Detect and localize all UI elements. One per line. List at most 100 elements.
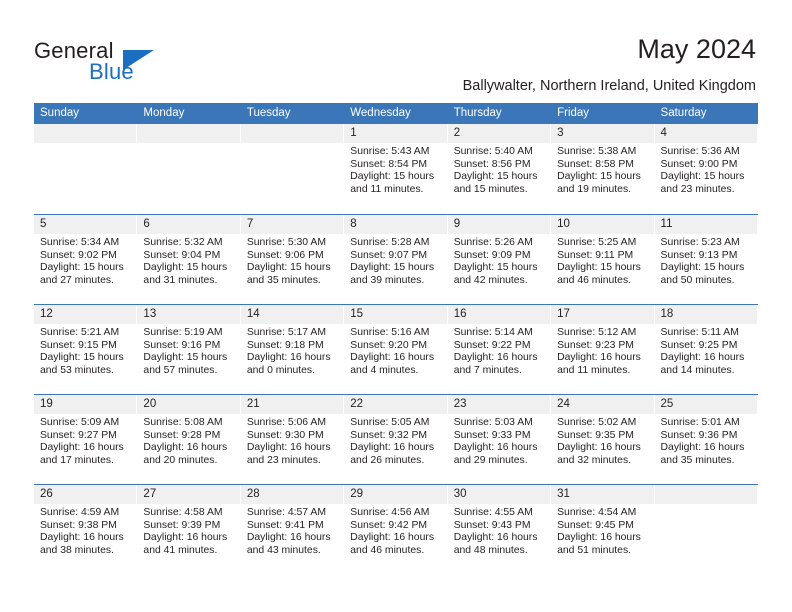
- day-detail-line: Sunrise: 5:28 AM: [350, 237, 430, 248]
- day-detail-line: Sunrise: 5:23 AM: [660, 237, 740, 248]
- day-detail-line: Sunrise: 5:09 AM: [40, 417, 120, 428]
- day-number-band: 29: [344, 485, 448, 504]
- calendar-day-cell-empty: [137, 124, 241, 214]
- calendar-day-cell[interactable]: 6 Sunrise: 5:32 AM Sunset: 9:04 PM Daylight…: [137, 215, 241, 304]
- day-number-band: 14: [240, 305, 345, 324]
- day-details: Sunrise: 5:16 AM Sunset: 9:20 PM Daylight:…: [344, 324, 447, 377]
- calendar-day-cell[interactable]: 15 Sunrise: 5:16 AM Sunset: 9:20 PM Dayligh…: [344, 305, 448, 394]
- calendar-day-cell[interactable]: 5 Sunrise: 5:34 AM Sunset: 9:02 PM Daylight…: [34, 215, 138, 304]
- calendar-day-cell[interactable]: 19 Sunrise: 5:09 AM Sunset: 9:27 PM Dayligh…: [34, 395, 138, 484]
- day-number: 22: [350, 398, 364, 410]
- day-number-band: 20: [137, 395, 241, 414]
- day-detail-line: and 42 minutes.: [453, 274, 528, 286]
- calendar-day-cell[interactable]: 11 Sunrise: 5:23 AM Sunset: 9:13 PM Dayligh…: [654, 215, 758, 304]
- day-detail-line: Daylight: 16 hours: [350, 532, 435, 544]
- calendar-day-cell[interactable]: 3 Sunrise: 5:38 AM Sunset: 8:58 PM Daylight…: [551, 124, 655, 214]
- day-detail-line: Sunset: 9:32 PM: [350, 429, 428, 441]
- calendar-day-cell[interactable]: 1 Sunrise: 5:43 AM Sunset: 8:54 PM Daylight…: [344, 124, 448, 214]
- day-detail-line: Sunrise: 5:40 AM: [453, 146, 533, 157]
- calendar-day-cell[interactable]: 25 Sunrise: 5:01 AM Sunset: 9:36 PM Dayligh…: [654, 395, 758, 484]
- day-detail-line: Sunset: 8:56 PM: [453, 158, 531, 170]
- day-details: Sunrise: 5:28 AM Sunset: 9:07 PM Daylight:…: [344, 234, 447, 287]
- weekday-header-thursday: Thursday: [453, 107, 502, 119]
- calendar-day-cell[interactable]: 26 Sunrise: 4:59 AM Sunset: 9:38 PM Dayligh…: [34, 485, 138, 574]
- day-detail-line: and 27 minutes.: [40, 274, 114, 286]
- calendar-week-row: 5 Sunrise: 5:34 AM Sunset: 9:02 PM Daylight…: [34, 214, 758, 304]
- day-number: 17: [557, 308, 570, 320]
- day-details: Sunrise: 5:21 AM Sunset: 9:15 PM Daylight:…: [34, 324, 137, 377]
- day-detail-line: Sunset: 9:42 PM: [350, 519, 428, 531]
- day-detail-line: Sunset: 9:23 PM: [557, 339, 634, 351]
- calendar-day-cell[interactable]: 21 Sunrise: 5:06 AM Sunset: 9:30 PM Dayligh…: [240, 395, 345, 484]
- day-details: [34, 143, 137, 146]
- day-details: Sunrise: 5:30 AM Sunset: 9:06 PM Daylight:…: [241, 234, 344, 287]
- weekday-header-friday: Friday: [557, 107, 590, 119]
- weekday-header-saturday: Saturday: [660, 107, 707, 119]
- day-detail-line: Daylight: 16 hours: [350, 442, 435, 454]
- day-detail-line: Sunset: 9:15 PM: [40, 339, 117, 351]
- day-detail-line: Sunrise: 4:55 AM: [453, 507, 533, 518]
- day-detail-line: Daylight: 15 hours: [40, 352, 124, 364]
- weekday-header-monday: Monday: [143, 107, 185, 119]
- day-detail-line: Daylight: 15 hours: [557, 171, 641, 183]
- day-detail-line: Daylight: 16 hours: [350, 352, 435, 364]
- calendar-day-cell[interactable]: 23 Sunrise: 5:03 AM Sunset: 9:33 PM Dayligh…: [447, 395, 552, 484]
- day-detail-line: Daylight: 15 hours: [350, 171, 435, 183]
- calendar-day-cell[interactable]: 29 Sunrise: 4:56 AM Sunset: 9:42 PM Dayligh…: [344, 485, 448, 574]
- calendar-day-cell[interactable]: 24 Sunrise: 5:02 AM Sunset: 9:35 PM Dayligh…: [551, 395, 655, 484]
- day-detail-line: Sunset: 9:00 PM: [660, 158, 738, 170]
- calendar-day-cell[interactable]: 14 Sunrise: 5:17 AM Sunset: 9:18 PM Dayligh…: [240, 305, 345, 394]
- day-details: Sunrise: 5:26 AM Sunset: 9:09 PM Daylight:…: [448, 234, 551, 287]
- calendar-day-cell[interactable]: 2 Sunrise: 5:40 AM Sunset: 8:56 PM Daylight…: [447, 124, 552, 214]
- day-detail-line: and 19 minutes.: [557, 183, 632, 195]
- day-detail-line: and 29 minutes.: [453, 454, 528, 466]
- general-blue-logo: General Blue: [34, 38, 234, 88]
- calendar-day-cell[interactable]: 27 Sunrise: 4:58 AM Sunset: 9:39 PM Dayligh…: [137, 485, 241, 574]
- calendar-week-row: 26 Sunrise: 4:59 AM Sunset: 9:38 PM Dayligh…: [34, 484, 758, 574]
- day-detail-line: Sunrise: 5:30 AM: [246, 237, 326, 248]
- calendar-day-cell[interactable]: 17 Sunrise: 5:12 AM Sunset: 9:23 PM Dayligh…: [551, 305, 655, 394]
- day-detail-line: Sunset: 9:06 PM: [246, 249, 324, 261]
- day-number: 20: [143, 398, 157, 410]
- day-details: Sunrise: 5:43 AM Sunset: 8:54 PM Daylight:…: [344, 143, 447, 196]
- day-number: 30: [453, 488, 467, 500]
- day-details: Sunrise: 4:55 AM Sunset: 9:43 PM Daylight:…: [448, 504, 551, 557]
- calendar-day-cell[interactable]: 9 Sunrise: 5:26 AM Sunset: 9:09 PM Daylight…: [447, 215, 552, 304]
- calendar-day-cell[interactable]: 20 Sunrise: 5:08 AM Sunset: 9:28 PM Dayligh…: [137, 395, 241, 484]
- day-detail-line: Sunrise: 5:36 AM: [660, 146, 740, 157]
- day-detail-line: and 46 minutes.: [557, 274, 632, 286]
- calendar-day-cell[interactable]: 28 Sunrise: 4:57 AM Sunset: 9:41 PM Dayligh…: [240, 485, 345, 574]
- day-detail-line: Daylight: 16 hours: [660, 352, 745, 364]
- day-details: Sunrise: 5:40 AM Sunset: 8:56 PM Daylight:…: [448, 143, 551, 196]
- day-number-band: 5: [34, 215, 138, 234]
- day-detail-line: Sunrise: 5:25 AM: [557, 237, 637, 248]
- calendar-day-cell[interactable]: 4 Sunrise: 5:36 AM Sunset: 9:00 PM Daylight…: [654, 124, 758, 214]
- day-number-band: 18: [654, 305, 758, 324]
- calendar-day-cell[interactable]: 16 Sunrise: 5:14 AM Sunset: 9:22 PM Dayligh…: [447, 305, 552, 394]
- page-location: Ballywalter, Northern Ireland, United Ki…: [462, 78, 756, 94]
- day-detail-line: and 46 minutes.: [350, 544, 425, 556]
- calendar-day-cell[interactable]: 7 Sunrise: 5:30 AM Sunset: 9:06 PM Daylight…: [240, 215, 345, 304]
- calendar-day-cell[interactable]: 18 Sunrise: 5:11 AM Sunset: 9:25 PM Dayligh…: [654, 305, 758, 394]
- calendar-day-cell[interactable]: 22 Sunrise: 5:05 AM Sunset: 9:32 PM Dayligh…: [344, 395, 448, 484]
- calendar-day-cell[interactable]: 8 Sunrise: 5:28 AM Sunset: 9:07 PM Daylight…: [344, 215, 448, 304]
- day-detail-line: Sunrise: 5:11 AM: [660, 327, 739, 338]
- calendar-week-row: 19 Sunrise: 5:09 AM Sunset: 9:27 PM Dayligh…: [34, 394, 758, 484]
- calendar-day-cell[interactable]: 30 Sunrise: 4:55 AM Sunset: 9:43 PM Dayligh…: [447, 485, 552, 574]
- day-number-band: 9: [447, 215, 552, 234]
- day-number-band: 13: [137, 305, 241, 324]
- calendar-day-cell[interactable]: 12 Sunrise: 5:21 AM Sunset: 9:15 PM Dayligh…: [34, 305, 138, 394]
- day-detail-line: and 20 minutes.: [143, 454, 218, 466]
- day-detail-line: Sunrise: 5:08 AM: [143, 417, 223, 428]
- weekday-header-row: Sunday Monday Tuesday Wednesday Thursday…: [34, 103, 758, 124]
- calendar-day-cell[interactable]: 13 Sunrise: 5:19 AM Sunset: 9:16 PM Dayligh…: [137, 305, 241, 394]
- day-number-band: 1: [344, 124, 448, 143]
- day-detail-line: Daylight: 16 hours: [143, 532, 228, 544]
- day-number: 5: [40, 218, 47, 230]
- day-detail-line: and 4 minutes.: [350, 364, 419, 376]
- sunrise-sunset-calendar-page: General Blue May 2024 Ballywalter, North…: [0, 0, 792, 612]
- calendar-day-cell[interactable]: 10 Sunrise: 5:25 AM Sunset: 9:11 PM Dayligh…: [551, 215, 655, 304]
- calendar-day-cell[interactable]: 31 Sunrise: 4:54 AM Sunset: 9:45 PM Dayligh…: [551, 485, 655, 574]
- day-details: Sunrise: 4:58 AM Sunset: 9:39 PM Daylight:…: [137, 504, 240, 557]
- weekday-header-wednesday: Wednesday: [350, 107, 411, 119]
